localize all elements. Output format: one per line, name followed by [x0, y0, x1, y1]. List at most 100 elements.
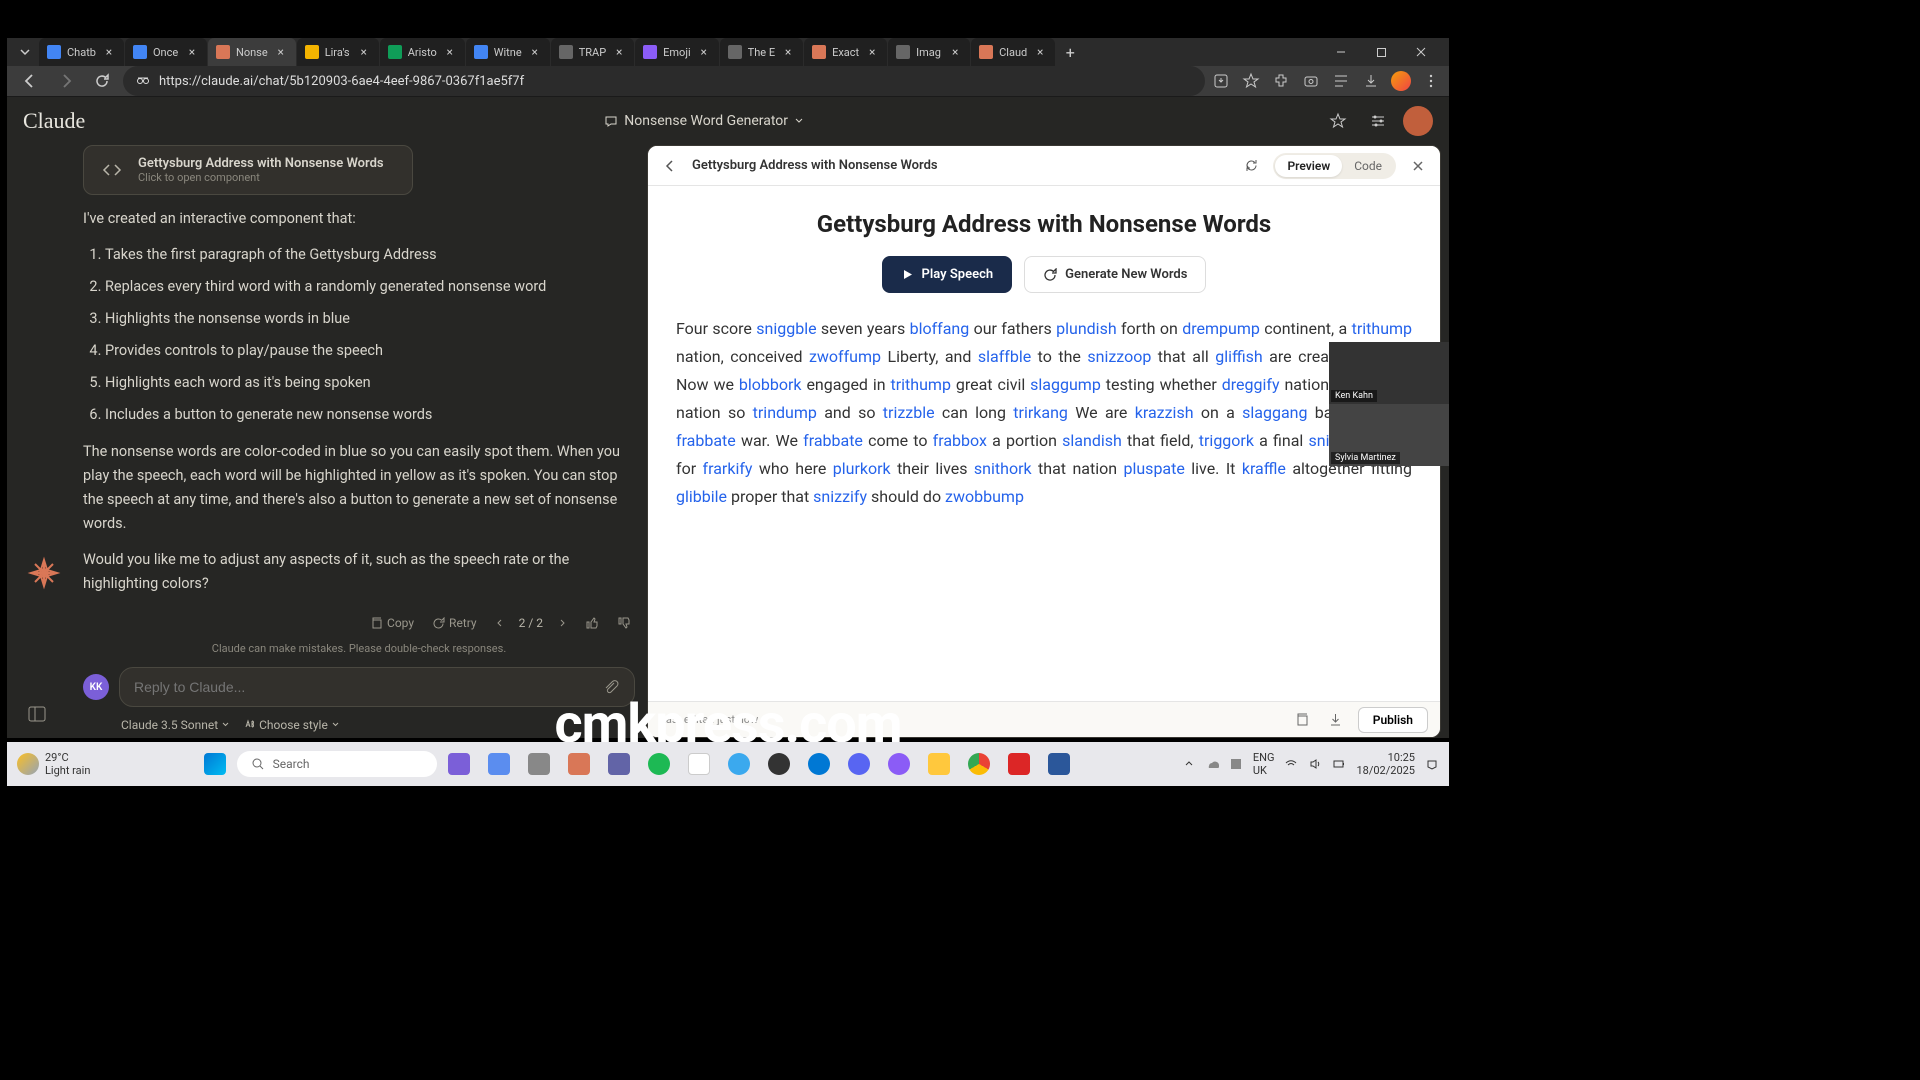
claude-logo[interactable]: Claude — [23, 108, 85, 134]
task-app-7[interactable] — [681, 746, 717, 782]
start-button[interactable] — [197, 746, 233, 782]
tab-close-icon[interactable]: × — [697, 45, 711, 59]
url-text: https://claude.ai/chat/5b120903-6ae4-4ee… — [159, 74, 524, 89]
chat-title[interactable]: Nonsense Word Generator — [624, 113, 788, 129]
clock[interactable]: 10:2518/02/2025 — [1356, 751, 1415, 777]
browser-tab[interactable]: Witne× — [466, 38, 550, 66]
browser-tab[interactable]: Chatb× — [39, 38, 124, 66]
task-app-12[interactable] — [881, 746, 917, 782]
tab-close-icon[interactable]: × — [443, 45, 457, 59]
download-icon[interactable] — [1361, 71, 1381, 91]
copy-artifact-icon[interactable] — [1290, 708, 1314, 732]
style-selector[interactable]: Choose style — [244, 717, 340, 732]
task-app-1[interactable] — [441, 746, 477, 782]
back-button[interactable] — [15, 66, 45, 96]
browser-tab[interactable]: Imag× — [888, 38, 970, 66]
chevron-down-icon[interactable] — [794, 116, 804, 126]
task-app-13[interactable] — [921, 746, 957, 782]
play-speech-button[interactable]: Play Speech — [882, 256, 1013, 293]
taskbar-search[interactable]: Search — [237, 751, 437, 777]
artifact-close-button[interactable] — [1406, 154, 1430, 178]
user-avatar[interactable] — [1403, 106, 1433, 136]
minimize-button[interactable] — [1325, 38, 1357, 66]
browser-tab[interactable]: Exact× — [804, 38, 887, 66]
task-app-8[interactable] — [721, 746, 757, 782]
close-window-button[interactable] — [1405, 38, 1437, 66]
maximize-button[interactable] — [1365, 38, 1397, 66]
tab-close-icon[interactable]: × — [528, 45, 542, 59]
prev-response[interactable] — [491, 616, 509, 630]
tab-close-icon[interactable]: × — [102, 45, 116, 59]
model-selector[interactable]: Claude 3.5 Sonnet — [121, 718, 230, 732]
word-icon[interactable] — [1041, 746, 1077, 782]
component-card[interactable]: Gettysburg Address with Nonsense Words C… — [83, 145, 413, 195]
task-app-9[interactable] — [761, 746, 797, 782]
tab-close-icon[interactable]: × — [612, 45, 626, 59]
new-tab-button[interactable]: + — [1056, 38, 1084, 66]
next-response[interactable] — [553, 616, 571, 630]
task-app-3[interactable] — [521, 746, 557, 782]
task-app-10[interactable] — [801, 746, 837, 782]
browser-tab[interactable]: Aristo× — [380, 38, 465, 66]
reply-input[interactable] — [134, 679, 602, 695]
browser-tab[interactable]: Emoji× — [635, 38, 718, 66]
sidebar-toggle[interactable] — [27, 704, 49, 726]
copy-button[interactable]: Copy — [366, 614, 418, 632]
tab-close-icon[interactable]: × — [274, 45, 288, 59]
tab-close-icon[interactable]: × — [865, 45, 879, 59]
battery-icon[interactable] — [1332, 757, 1346, 771]
publish-button[interactable]: Publish — [1358, 707, 1428, 733]
extensions-icon[interactable] — [1271, 71, 1291, 91]
star-icon[interactable] — [1241, 71, 1261, 91]
tab-close-icon[interactable]: × — [357, 45, 371, 59]
pdf-icon[interactable] — [1001, 746, 1037, 782]
language-indicator[interactable]: ENGUK — [1253, 751, 1275, 777]
onedrive-icon[interactable] — [1205, 757, 1219, 771]
chrome-icon[interactable] — [961, 746, 997, 782]
weather-widget[interactable]: 29°CLight rain — [17, 751, 90, 777]
tab-close-icon[interactable]: × — [948, 45, 962, 59]
wifi-icon[interactable] — [1284, 757, 1298, 771]
attachment-icon[interactable] — [602, 678, 620, 696]
forward-button[interactable] — [51, 66, 81, 96]
reload-button[interactable] — [87, 66, 117, 96]
tab-close-icon[interactable]: × — [1033, 45, 1047, 59]
browser-tab[interactable]: Lira's× — [297, 38, 379, 66]
code-tab[interactable]: Code — [1342, 155, 1394, 177]
url-input[interactable]: https://claude.ai/chat/5b120903-6ae4-4ee… — [123, 66, 1205, 96]
browser-tab[interactable]: Claud× — [971, 38, 1055, 66]
tabs-dropdown[interactable] — [11, 38, 39, 66]
retry-button[interactable]: Retry — [428, 614, 481, 632]
task-app-4[interactable] — [561, 746, 597, 782]
tray-app-icon[interactable] — [1229, 757, 1243, 771]
artifact-back-button[interactable] — [658, 154, 682, 178]
generate-words-button[interactable]: Generate New Words — [1024, 256, 1206, 293]
reply-input-box[interactable] — [119, 667, 635, 707]
browser-tab[interactable]: Once× — [125, 38, 207, 66]
task-app-6[interactable] — [641, 746, 677, 782]
settings-icon[interactable] — [1363, 106, 1393, 136]
thumbs-down[interactable] — [613, 614, 635, 632]
browser-tab[interactable]: TRAP× — [551, 38, 634, 66]
tab-close-icon[interactable]: × — [781, 45, 795, 59]
preview-tab[interactable]: Preview — [1275, 155, 1342, 177]
star-chat-icon[interactable] — [1323, 106, 1353, 136]
browser-tab[interactable]: Nonse× — [208, 38, 296, 66]
thumbs-up[interactable] — [581, 614, 603, 632]
reading-list-icon[interactable] — [1331, 71, 1351, 91]
task-app-2[interactable] — [481, 746, 517, 782]
task-app-11[interactable] — [841, 746, 877, 782]
profile-icon[interactable] — [1391, 71, 1411, 91]
tray-chevron-icon[interactable] — [1183, 758, 1195, 770]
install-icon[interactable] — [1211, 71, 1231, 91]
lens-icon[interactable] — [1301, 71, 1321, 91]
notifications-icon[interactable] — [1425, 757, 1439, 771]
menu-icon[interactable] — [1421, 71, 1441, 91]
download-artifact-icon[interactable] — [1324, 708, 1348, 732]
browser-tab[interactable]: The E× — [720, 38, 803, 66]
tab-close-icon[interactable]: × — [185, 45, 199, 59]
video-call-pip[interactable]: Ken Kahn Sylvia Martinez — [1329, 342, 1449, 466]
volume-icon[interactable] — [1308, 757, 1322, 771]
task-app-5[interactable] — [601, 746, 637, 782]
artifact-refresh-button[interactable] — [1239, 154, 1263, 178]
